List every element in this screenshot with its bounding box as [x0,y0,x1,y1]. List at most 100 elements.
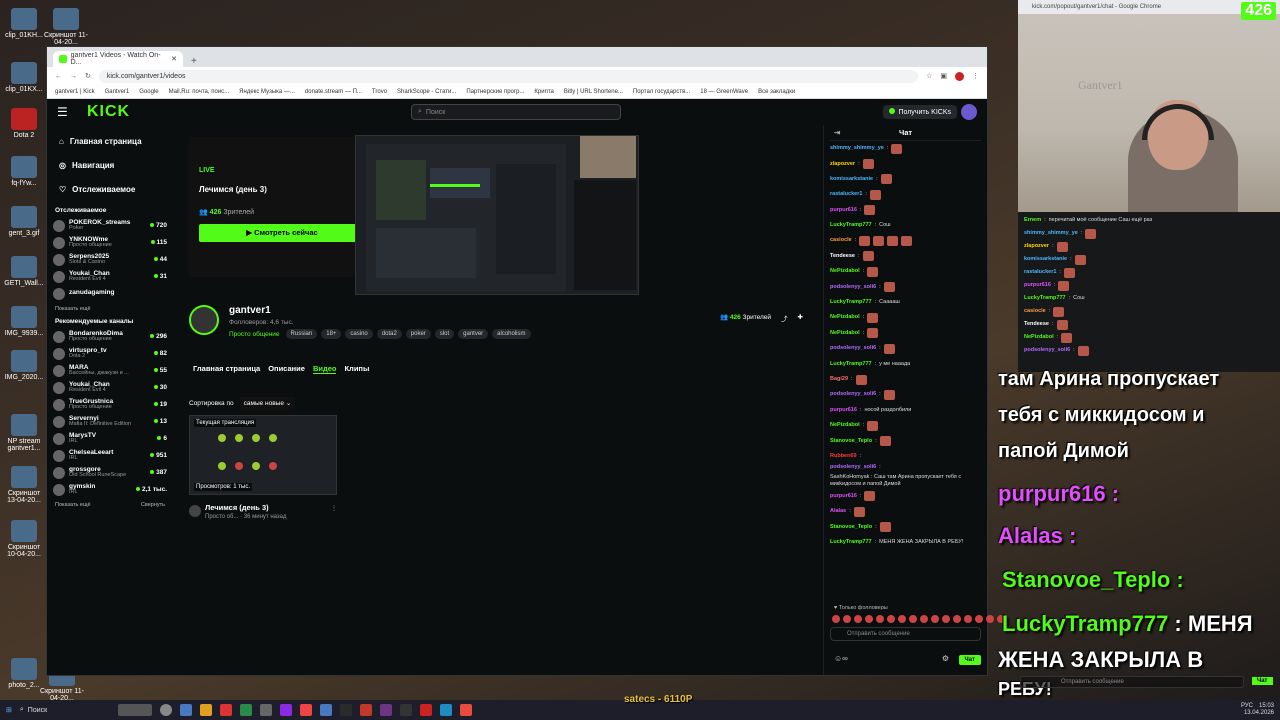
show-more-following[interactable]: Показать ещё [55,306,165,312]
desktop-icon[interactable]: IMG_2020... [2,350,46,381]
bookmark-item[interactable]: donate.stream — П... [305,89,362,95]
desktop-icon[interactable]: Скриншот 11-04-20... [44,8,88,46]
video-more-icon[interactable]: ⋮ [331,505,337,512]
browser-tab[interactable]: gantver1 Videos - Watch On-D... ✕ [53,51,183,67]
app-icon[interactable] [399,704,412,716]
chat-username[interactable]: komissarkstanie [830,176,873,183]
sidebar-channel[interactable]: TrueGrustnica Просто общение 19 [53,396,167,413]
bookmark-item[interactable]: Все закладки [758,89,795,95]
chat-username[interactable]: podsolenyy_soli6 [830,391,876,398]
chat-username[interactable]: NePizdabol [830,422,860,429]
tag-pill[interactable]: slot [434,329,455,339]
menu-hamburger-icon[interactable]: ☰ [57,105,77,119]
kick-logo[interactable]: KICK [87,103,130,121]
new-tab-icon[interactable]: + [191,56,197,67]
bookmark-item[interactable]: gantver1 | Kick [55,89,95,95]
chat-username[interactable]: NePizdabol [830,330,860,337]
chat-username[interactable]: LuckyTramp777 [830,222,872,229]
taskview-icon[interactable] [159,704,172,716]
user-avatar[interactable] [961,104,977,120]
emote-picker-icon[interactable]: ☺∞ [834,654,848,663]
forward-icon[interactable]: → [70,73,77,80]
video-title[interactable]: Лечимся (день 3) [205,503,287,512]
desktop-icon[interactable]: Скриншот 10-04-20... [2,520,46,558]
share-icon[interactable]: ⤴ [781,313,788,323]
tag-pill[interactable]: alcoholism [492,329,531,339]
windows-start-icon[interactable]: ⊞ [6,706,12,714]
system-clock[interactable]: РУС 15:03 13.04.2026 [1241,703,1274,717]
desktop-icon[interactable]: IMG_9939... [2,306,46,337]
bookmark-item[interactable]: Google [139,89,158,95]
url-field[interactable]: kick.com/gantver1/videos [98,69,919,83]
sidebar-channel[interactable]: grossgore Old School RuneScape 387 [53,464,167,481]
chat-username[interactable]: zlapozver [1024,243,1049,250]
sidebar-channel[interactable]: zanudagaming [53,285,167,302]
video-thumbnail[interactable]: Текущая трансляция Просмотров: 1 тыс. [189,415,337,495]
chat-username[interactable]: Stanovoe_Teplo [830,524,872,531]
sidebar-channel[interactable]: Youkai_Chan Resident Evil 4 30 [53,379,167,396]
chat-username[interactable]: Stanovoe_Teplo [830,438,872,445]
chat-username[interactable]: Rubben69 [830,453,857,460]
taskbar-app-thumb[interactable] [117,704,152,716]
app-icon[interactable] [359,704,372,716]
collapse-link[interactable]: Свернуть [141,502,165,508]
channel-name[interactable]: gantver1 [229,305,271,316]
chat-username[interactable]: purpur616 [830,207,857,214]
sidebar-channel[interactable]: Serpens2025 Slots & Casino 44 [53,251,167,268]
sidebar-channel[interactable]: MarysTV IRL 6 [53,430,167,447]
overlay-send-button[interactable]: Чат [1252,677,1273,685]
chat-username[interactable]: rastalucker1 [830,191,862,198]
app-icon[interactable] [419,704,432,716]
chat-username[interactable]: casiocle [830,237,852,244]
desktop-icon[interactable]: fq-fYw... [2,156,46,187]
tag-pill[interactable]: gantver [458,329,489,339]
chat-username[interactable]: rastalucker1 [1024,269,1056,276]
bookmark-item[interactable]: Gantver1 [105,89,130,95]
nav-following[interactable]: ♡ Отслеживаемое [53,177,167,201]
bookmark-item[interactable]: Mail.Ru: почта, поис... [169,89,230,95]
chat-username[interactable]: podsolenyy_soli6 [1024,347,1070,354]
category-link[interactable]: Просто общение [229,331,280,338]
watch-now-button[interactable]: ▶ Смотреть сейчас [199,224,365,242]
chat-username[interactable]: Bagi29 [830,376,848,383]
show-more-recommended[interactable]: Показать ещё [55,502,91,508]
chat-username[interactable]: komissarkstanie [1024,256,1067,263]
bookmark-item[interactable]: Trovo [372,89,387,95]
app-icon[interactable] [219,704,232,716]
bookmark-item[interactable]: Крипта [534,89,553,95]
emote-bar[interactable] [832,615,1005,623]
reload-icon[interactable]: ↻ [85,72,91,80]
get-kicks-button[interactable]: Получить KICKs [883,105,957,119]
chat-username[interactable]: Tendeese [1024,321,1049,328]
sidebar-channel[interactable]: YNKNOWme Просто общение 115 [53,234,167,251]
sidebar-channel[interactable]: BondarenkoDima Просто общение 296 [53,328,167,345]
chat-username[interactable]: podsolenyy_soli6 [830,464,876,471]
bookmark-item[interactable]: 18 — GreenWave [700,89,748,95]
chat-username[interactable]: Ernem [1024,217,1041,224]
app-icon[interactable] [279,704,292,716]
chat-username[interactable]: shimmy_shimmy_ye [830,145,884,152]
nav-home[interactable]: ⌂ Главная страница [53,129,167,153]
overlay-chat-input[interactable]: Отправить сообщение [1020,676,1244,688]
chat-username[interactable]: LuckyTramp777 [1024,295,1066,302]
tag-pill[interactable]: 18+ [321,329,342,339]
tab-clips[interactable]: Клипы [344,364,369,374]
edge-icon[interactable] [179,704,192,716]
back-icon[interactable]: ← [55,73,62,80]
bookmark-star-icon[interactable]: ☆ [926,72,932,80]
chat-input[interactable]: Отправить сообщение [830,627,981,641]
desktop-icon[interactable]: Скриншот 13-04-20... [2,466,46,504]
menu-icon[interactable]: ⋮ [972,72,979,80]
close-tab-icon[interactable]: ✕ [171,55,177,63]
follow-icon[interactable]: ✚ [798,313,803,323]
collapse-chat-icon[interactable]: ⇥ [834,128,840,137]
tab-home[interactable]: Главная страница [193,364,260,374]
chat-username[interactable]: casiocle [1024,308,1046,315]
bookmark-item[interactable]: Bitly | URL Shortene... [564,89,623,95]
extensions-icon[interactable]: ▣ [940,72,947,80]
chat-username[interactable]: shimmy_shimmy_ye [1024,230,1078,237]
taskbar-search[interactable]: ⌕ Поиск [20,703,110,717]
desktop-icon[interactable]: Dota 2 [2,108,46,139]
sort-dropdown[interactable]: самые новые ⌄ [239,397,296,409]
chat-username[interactable]: Alalas [830,508,846,515]
